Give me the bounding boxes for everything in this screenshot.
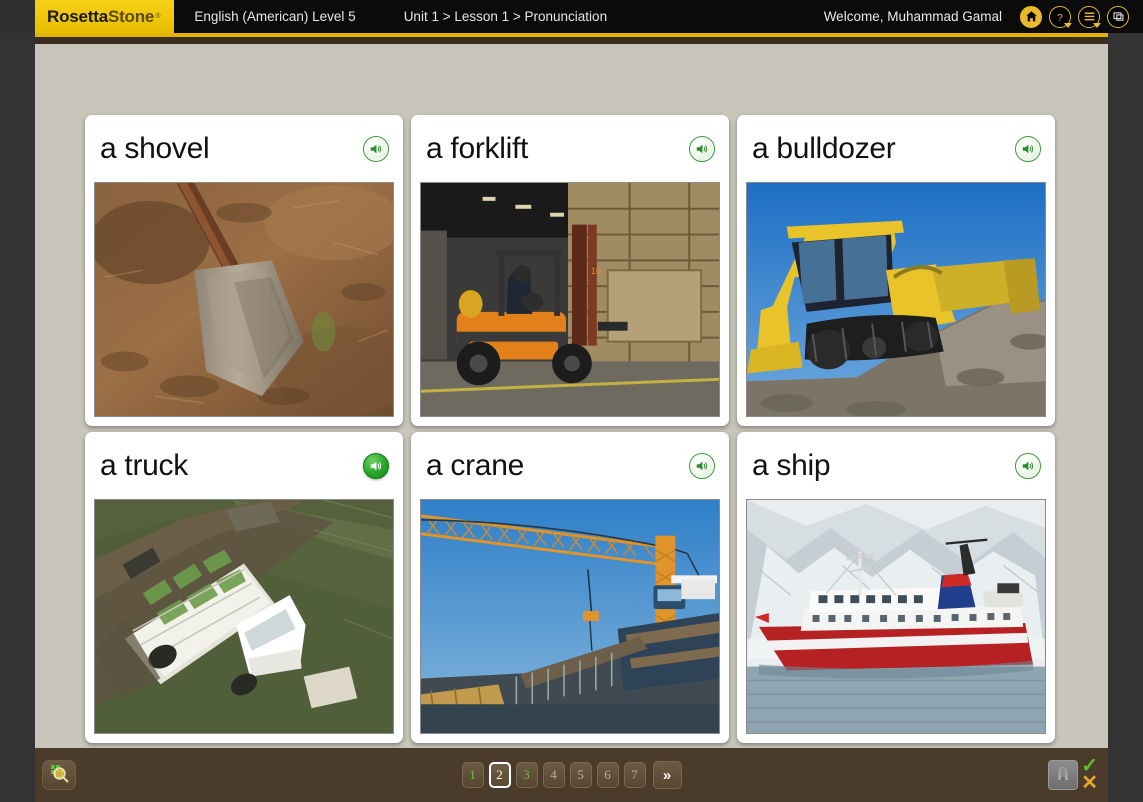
vocabulary-card[interactable]: a truck [85,432,403,743]
card-photo-bulldozer [746,182,1046,417]
app-header: Rosetta Stone ® English (American) Level 5… [0,0,1143,33]
vocabulary-card-grid: a shovel a forklift 16 a bulldozer a tru… [85,115,1062,749]
card-photo-shovel [94,182,394,417]
card-photo-forklift: 16 [420,182,720,417]
page-button-3[interactable]: 3 [515,762,538,788]
speaker-icon[interactable] [689,135,715,162]
card-photo-crane [420,499,720,734]
speaker-icon[interactable] [363,135,389,162]
header-brown-divider [35,37,1108,44]
header-icon-group: ? [1020,5,1143,28]
chevron-down-icon [1064,22,1072,28]
page-button-5[interactable]: 5 [569,762,592,788]
welcome-message: Welcome, Muhammad Gamal [823,9,1002,24]
microphone-icon[interactable] [1048,760,1079,790]
page-button-1[interactable]: 1 [461,762,484,788]
magnifier-grid-icon [49,763,69,788]
card-header: a shovel [85,115,403,182]
speaker-icon[interactable] [363,452,389,479]
speaker-icon[interactable] [1015,135,1041,162]
lesson-content-area: a shovel a forklift 16 a bulldozer a tru… [35,44,1108,748]
rosetta-stone-logo: Rosetta Stone ® [35,0,175,33]
card-title: a ship [752,448,831,482]
logo-trademark: ® [155,13,161,20]
svg-text:16: 16 [591,266,601,276]
help-icon[interactable]: ? [1049,5,1072,28]
page-button-4[interactable]: 4 [542,762,565,788]
page-button-7[interactable]: 7 [623,762,646,788]
speaker-icon[interactable] [689,452,715,479]
course-title: English (American) Level 5 [194,9,356,24]
logo-text-stone: Stone [107,6,155,26]
pagination: 1 2 3 4 5 6 7 » [35,761,1108,789]
vocabulary-card[interactable]: a shovel [85,115,403,426]
card-title: a bulldozer [752,131,896,165]
bottom-toolbar: 1 2 3 4 5 6 7 » ✓ ✕ [35,748,1108,802]
card-title: a shovel [100,131,210,165]
svg-text:?: ? [1057,11,1063,23]
logo-text-rosetta: Rosetta [47,6,108,26]
chevron-down-icon [1093,22,1101,28]
card-header: a truck [85,432,403,499]
card-title: a forklift [426,131,529,165]
menu-list-icon[interactable] [1078,5,1101,28]
next-page-button[interactable]: » [652,761,682,789]
card-photo-ship [746,499,1046,734]
breadcrumb: Unit 1 > Lesson 1 > Pronunciation [403,9,608,24]
answer-marks: ✓ ✕ [1081,756,1098,794]
card-header: a bulldozer [737,115,1055,182]
bottom-right-group: ✓ ✕ [1048,756,1108,794]
vocabulary-card[interactable]: a crane [411,432,729,743]
speaker-icon[interactable] [1015,452,1041,479]
x-icon: ✕ [1081,772,1098,794]
window-icon[interactable] [1107,5,1129,28]
header-left-spacer [0,0,35,33]
card-header: a ship [737,432,1055,499]
zoom-button[interactable] [42,760,76,790]
card-photo-truck [94,499,394,734]
home-icon[interactable] [1020,5,1042,28]
application-window: Rosetta Stone ® English (American) Level 5… [0,0,1143,802]
vocabulary-card[interactable]: a forklift 16 [411,115,729,426]
card-header: a forklift [411,115,729,182]
card-title: a crane [426,448,524,482]
page-button-2[interactable]: 2 [488,762,511,788]
card-header: a crane [411,432,729,499]
vocabulary-card[interactable]: a ship [737,432,1055,743]
card-title: a truck [100,448,188,482]
vocabulary-card[interactable]: a bulldozer [737,115,1055,426]
page-button-6[interactable]: 6 [596,762,619,788]
